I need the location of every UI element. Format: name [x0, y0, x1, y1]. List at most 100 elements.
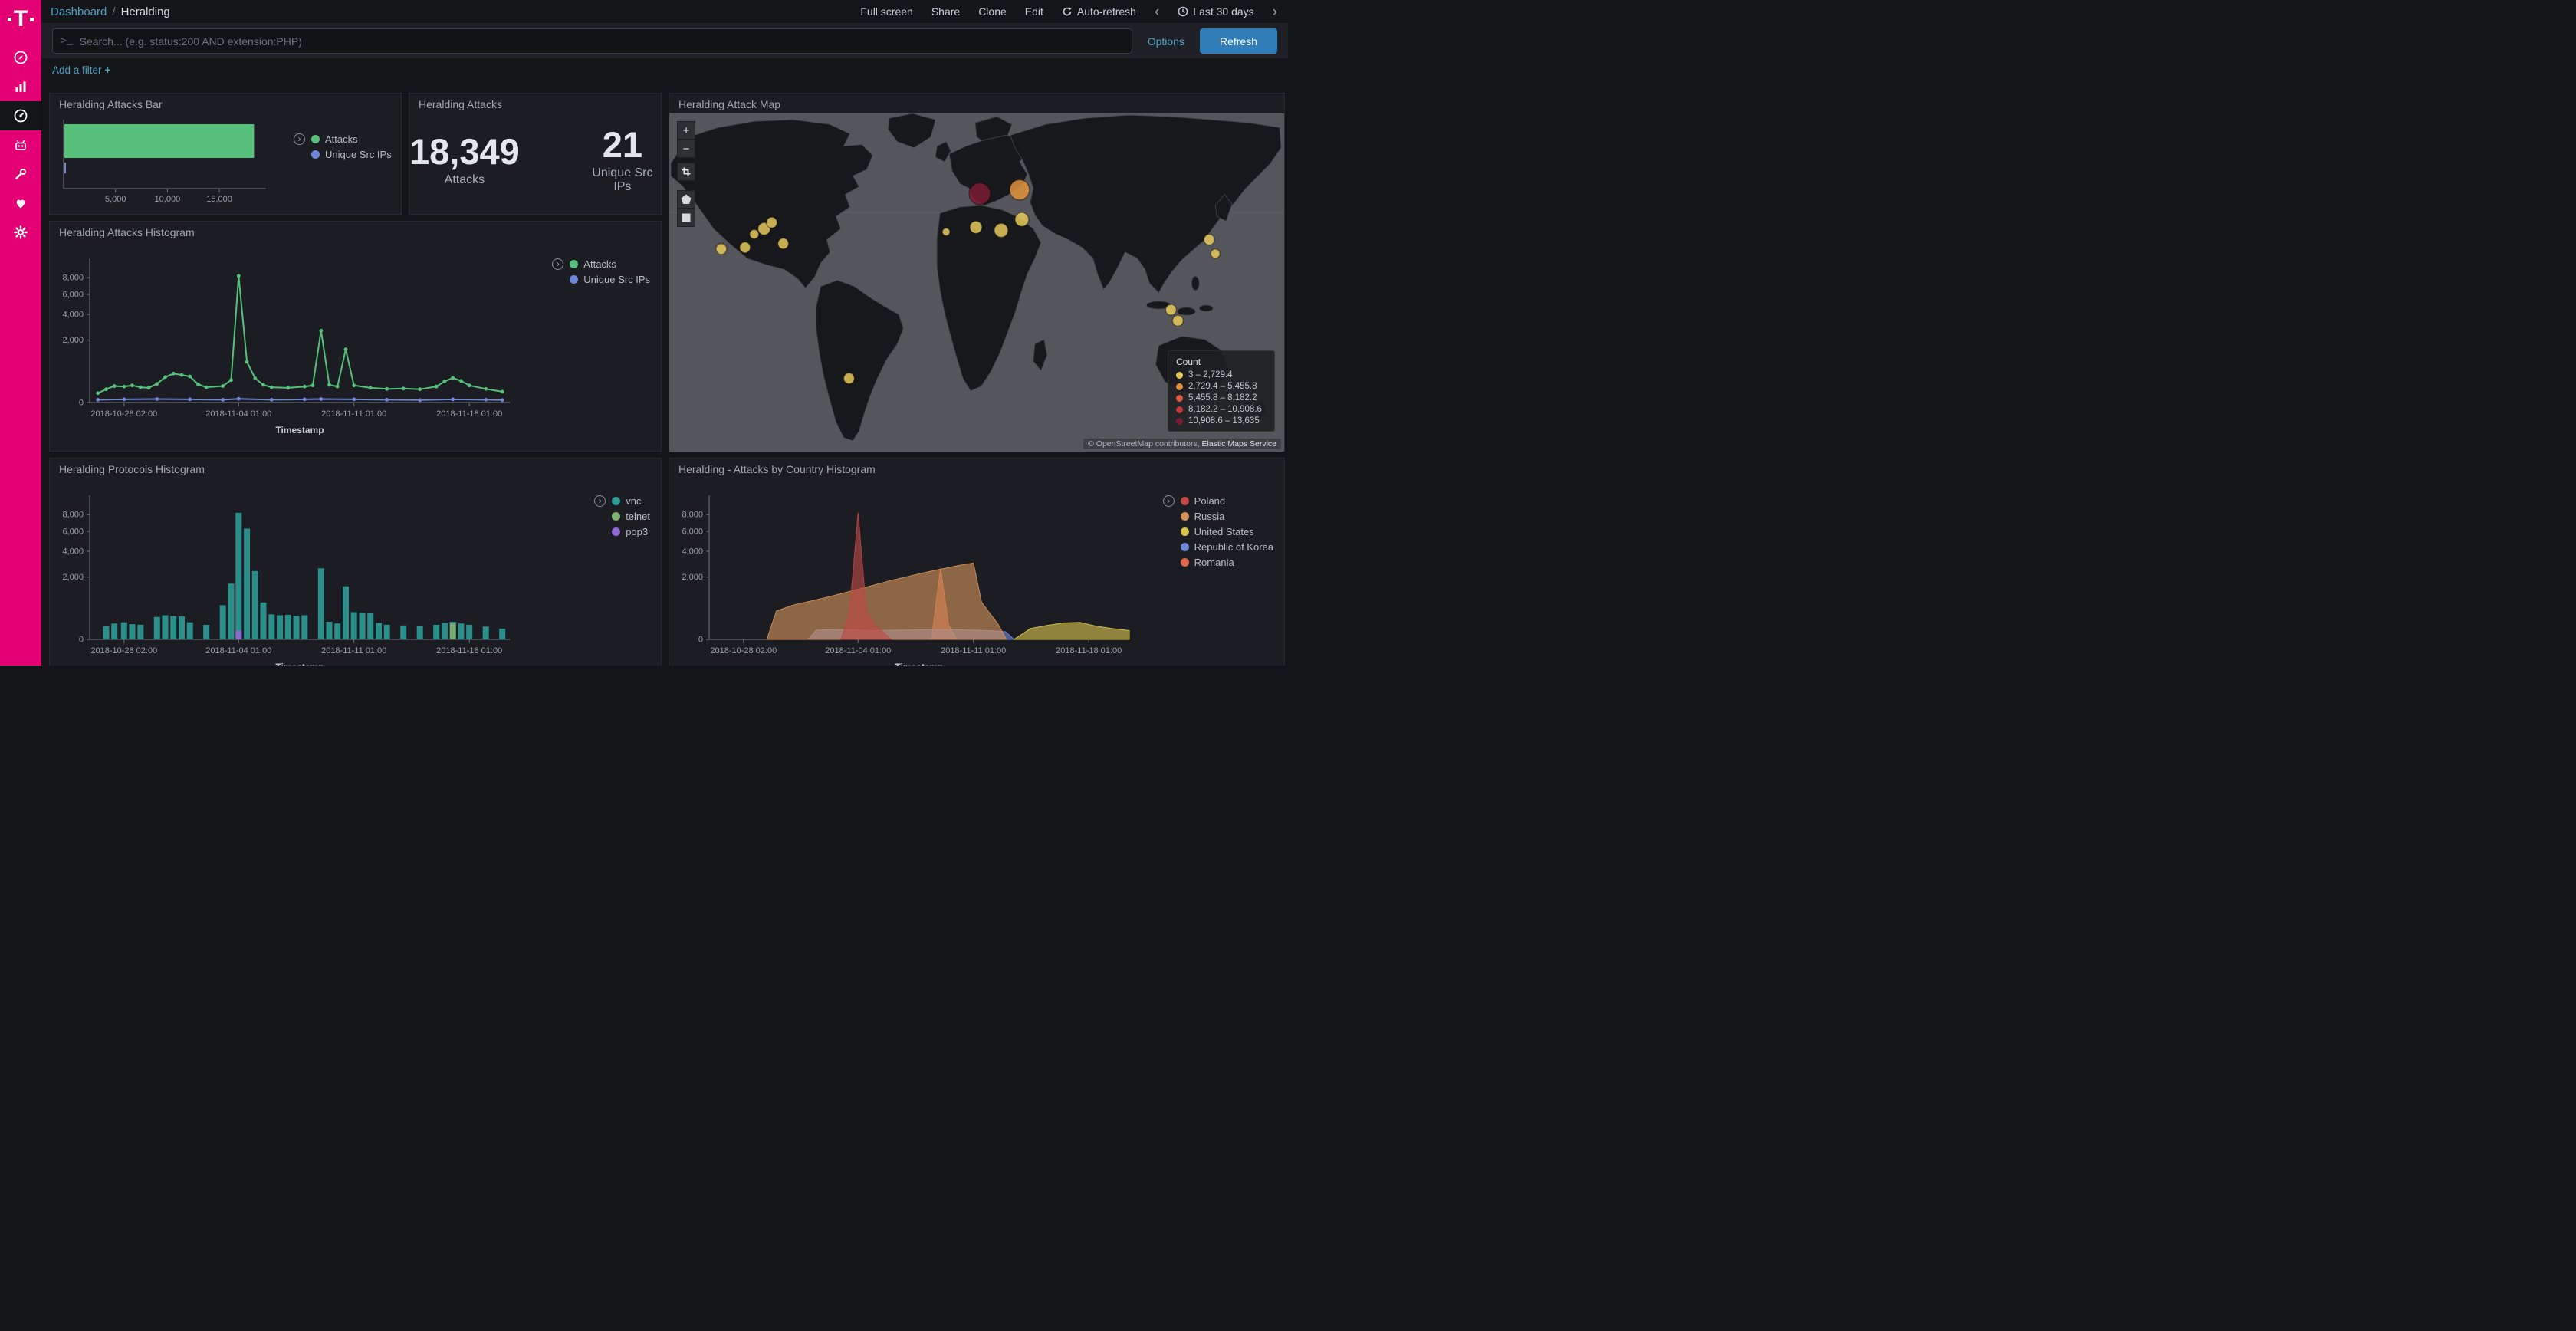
search-input-box[interactable]: >_ [52, 28, 1132, 54]
attacks-bar-legend: › Attacks Unique Src IPs [294, 133, 392, 209]
legend-label[interactable]: Attacks [583, 258, 616, 270]
zoom-in-button[interactable]: + [677, 121, 695, 140]
attacks-histogram-chart[interactable]: 02,0004,0006,0008,0002018-10-28 02:00201… [50, 242, 518, 450]
polygon-draw-icon[interactable] [677, 190, 695, 209]
attack-location-dot[interactable] [767, 217, 777, 228]
legend-color-dot [1181, 512, 1189, 521]
legend-label[interactable]: pop3 [626, 526, 648, 537]
legend-item[interactable]: › vnc [594, 495, 650, 507]
svg-text:Timestamp: Timestamp [275, 425, 324, 435]
attack-location-dot[interactable] [969, 182, 991, 204]
protocols-histogram-body: 02,0004,0006,0008,0002018-10-28 02:00201… [50, 478, 661, 666]
legend-item[interactable]: › Attacks [294, 133, 392, 145]
time-back-button[interactable]: ‹ [1155, 5, 1159, 19]
attack-location-dot[interactable] [750, 229, 759, 238]
svg-text:15,000: 15,000 [206, 195, 232, 204]
legend-color-dot [1181, 527, 1189, 536]
map-legend-title: Count [1176, 357, 1267, 367]
clone-button[interactable]: Clone [978, 5, 1007, 18]
sidebar-item-tools[interactable] [0, 159, 41, 189]
breadcrumb-separator: / [112, 5, 115, 18]
attack-location-dot[interactable] [970, 221, 982, 233]
fullscreen-button[interactable]: Full screen [860, 5, 912, 18]
sidebar-item-discover[interactable] [0, 43, 41, 72]
svg-text:2018-11-04 01:00: 2018-11-04 01:00 [205, 409, 271, 419]
legend-item[interactable]: › Attacks [552, 258, 650, 270]
legend-label[interactable]: vnc [626, 495, 641, 507]
legend-label[interactable]: Poland [1194, 495, 1225, 507]
time-range-picker[interactable]: Last 30 days [1178, 5, 1254, 18]
legend-label[interactable]: Unique Src IPs [583, 274, 650, 285]
legend-label[interactable]: Russia [1194, 511, 1225, 522]
legend-item[interactable]: Republic of Korea [1163, 541, 1273, 553]
refresh-cycle-icon [1062, 6, 1073, 17]
legend-item[interactable]: Unique Src IPs [294, 149, 392, 160]
svg-text:8,000: 8,000 [62, 274, 84, 283]
legend-toggle-icon[interactable]: › [1163, 495, 1175, 507]
attack-location-dot[interactable] [778, 238, 789, 249]
legend-toggle-icon[interactable]: › [594, 495, 606, 507]
sidebar-item-dashboard[interactable] [0, 101, 41, 130]
legend-item[interactable]: Unique Src IPs [552, 274, 650, 285]
attack-location-dot[interactable] [740, 242, 751, 253]
legend-label[interactable]: Unique Src IPs [325, 149, 392, 160]
search-bar: >_ Options Refresh [41, 23, 1288, 58]
legend-label[interactable]: Attacks [325, 133, 358, 145]
svg-text:8,000: 8,000 [62, 511, 84, 520]
country-histogram-chart[interactable]: 02,0004,0006,0008,0002018-10-28 02:00201… [669, 478, 1137, 666]
breadcrumb-dashboard-link[interactable]: Dashboard [51, 5, 107, 18]
sidebar-item-settings[interactable] [0, 218, 41, 247]
legend-label[interactable]: United States [1194, 526, 1254, 537]
sidebar-item-monitoring[interactable] [0, 189, 41, 218]
attack-location-dot[interactable] [1010, 179, 1030, 199]
svg-text:2018-11-11 01:00: 2018-11-11 01:00 [941, 646, 1006, 656]
legend-toggle-icon[interactable]: › [552, 258, 564, 270]
attack-location-dot[interactable] [1172, 315, 1183, 326]
add-filter-link[interactable]: Add a filter+ [52, 64, 110, 76]
legend-item[interactable]: United States [1163, 526, 1273, 537]
attack-location-dot[interactable] [994, 223, 1008, 237]
map-zoom-controls: + − [677, 121, 695, 158]
zoom-out-button[interactable]: − [677, 140, 695, 158]
map-legend-dot [1176, 418, 1183, 425]
attack-location-dot[interactable] [716, 244, 727, 255]
panel-title: Heralding Attacks Bar [50, 94, 401, 113]
options-link[interactable]: Options [1148, 35, 1184, 48]
legend-label[interactable]: Romania [1194, 557, 1234, 568]
legend-color-dot [1181, 558, 1189, 567]
legend-label[interactable]: telnet [626, 511, 650, 522]
panel-title: Heralding Protocols Histogram [50, 458, 661, 478]
legend-label[interactable]: Republic of Korea [1194, 541, 1273, 553]
attack-location-dot[interactable] [843, 373, 854, 383]
panel-title: Heralding Attack Map [669, 94, 1284, 113]
svg-text:2018-10-28 02:00: 2018-10-28 02:00 [710, 646, 777, 656]
rectangle-draw-icon[interactable] [677, 209, 695, 227]
legend-toggle-icon[interactable]: › [294, 133, 305, 145]
svg-text:6,000: 6,000 [62, 527, 84, 537]
legend-item[interactable]: Russia [1163, 511, 1273, 522]
telekom-logo[interactable]: T [0, 0, 41, 43]
panel-protocols-histogram: Heralding Protocols Histogram 02,0004,00… [49, 458, 662, 666]
attack-location-dot[interactable] [1015, 212, 1029, 226]
auto-refresh-button[interactable]: Auto-refresh [1062, 5, 1136, 18]
time-forward-button[interactable]: › [1273, 5, 1277, 19]
protocols-histogram-chart[interactable]: 02,0004,0006,0008,0002018-10-28 02:00201… [50, 478, 518, 666]
edit-button[interactable]: Edit [1025, 5, 1043, 18]
sidebar-item-tpot[interactable] [0, 130, 41, 159]
refresh-button[interactable]: Refresh [1200, 28, 1277, 54]
sidebar-item-visualize[interactable] [0, 72, 41, 101]
crop-icon[interactable] [677, 163, 695, 181]
legend-item[interactable]: telnet [594, 511, 650, 522]
legend-item[interactable]: Romania [1163, 557, 1273, 568]
attack-location-dot[interactable] [1211, 249, 1220, 258]
attack-location-dot[interactable] [1204, 235, 1214, 245]
search-input[interactable] [80, 35, 1124, 48]
attack-location-dot[interactable] [942, 228, 950, 235]
attack-location-dot[interactable] [1165, 304, 1176, 315]
unique-ips-label: Unique Src IPs [584, 166, 661, 194]
legend-color-dot [570, 260, 578, 268]
attacks-bar-chart[interactable]: 5,00010,00015,000 [56, 115, 286, 209]
share-button[interactable]: Share [932, 5, 960, 18]
legend-item[interactable]: › Poland [1163, 495, 1273, 507]
legend-item[interactable]: pop3 [594, 526, 650, 537]
